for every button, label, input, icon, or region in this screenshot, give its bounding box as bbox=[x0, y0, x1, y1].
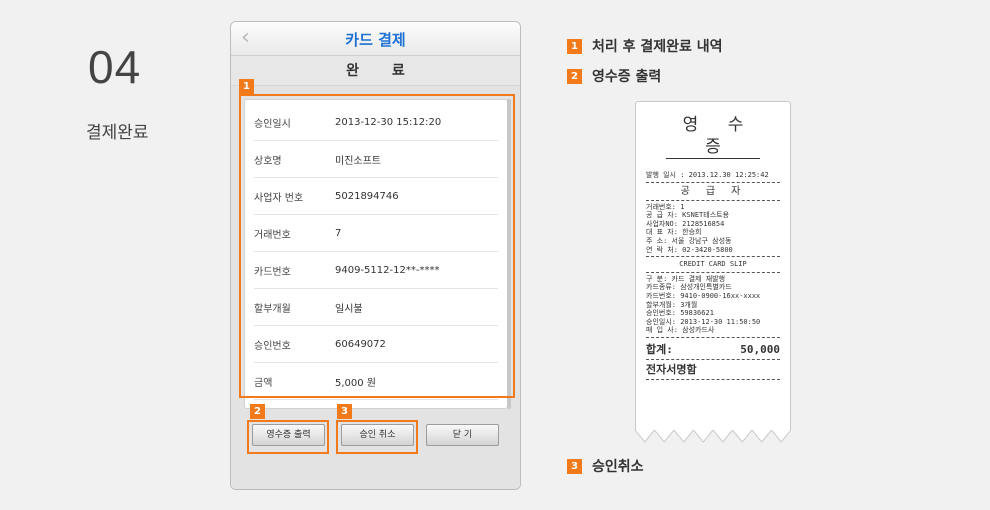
highlight-cancel-button bbox=[336, 420, 418, 454]
legend-item-2: 2 영수증 출력 bbox=[567, 66, 661, 86]
divider bbox=[646, 271, 780, 273]
highlight-result bbox=[239, 94, 515, 398]
receipt-line: 주 소: 서울 강남구 삼성동 bbox=[646, 236, 732, 245]
divider bbox=[646, 378, 780, 380]
receipt-tear-edge bbox=[635, 430, 791, 443]
legend-text: 영수증 출력 bbox=[592, 69, 662, 85]
receipt-line: 공 급 자: KSNET테스트용 bbox=[646, 211, 730, 220]
receipt-line: 매 입 사: 삼성카드사 bbox=[646, 326, 715, 335]
step-title: 결제완료 bbox=[86, 123, 149, 143]
supplier-heading: 공 급 자 bbox=[680, 185, 746, 197]
back-icon[interactable]: ‹ bbox=[241, 25, 250, 50]
divider bbox=[646, 358, 780, 360]
legend-text: 승인취소 bbox=[592, 459, 644, 475]
receipt-line: 대 표 자: 한승희 bbox=[646, 228, 702, 237]
receipt-title: 영 수 증 bbox=[666, 114, 760, 159]
divider bbox=[646, 199, 780, 201]
legend-text: 처리 후 결제완료 내역 bbox=[592, 39, 723, 55]
close-button[interactable]: 닫 기 bbox=[426, 424, 499, 446]
legend-badge: 3 bbox=[567, 458, 582, 474]
step-number: 04 bbox=[88, 41, 142, 93]
status-subheader: 완 료 bbox=[231, 56, 520, 86]
receipt-line: 카드번호: 9410-0900-16xx-xxxx bbox=[646, 291, 761, 300]
receipt-paper: 영 수 증 발행 일시 : 2013.12.30 12:25:42 공 급 자 … bbox=[635, 101, 791, 431]
callout-badge-3: 3 bbox=[337, 404, 352, 419]
receipt-total: 합계: 50,000 bbox=[646, 342, 780, 357]
receipt-line: 카드종류: 삼성개인특별카드 bbox=[646, 283, 732, 292]
divider bbox=[646, 336, 780, 338]
total-label: 합계: bbox=[646, 342, 673, 356]
total-value: 50,000 bbox=[740, 342, 780, 356]
divider bbox=[646, 181, 780, 183]
header-title: 카드 결제 bbox=[345, 31, 406, 49]
legend-item-3: 3 승인취소 bbox=[567, 456, 644, 476]
legend-badge: 1 bbox=[567, 38, 582, 54]
receipt-line: 할부개월: 3개월 bbox=[646, 300, 698, 309]
slip-heading: CREDIT CARD SLIP bbox=[679, 260, 747, 269]
receipt-line: 연 락 처: 02-3420-5800 bbox=[646, 245, 733, 254]
divider bbox=[646, 256, 780, 258]
receipt-illustration: 영 수 증 발행 일시 : 2013.12.30 12:25:42 공 급 자 … bbox=[635, 101, 791, 451]
receipt-line: 승인번호: 59836621 bbox=[646, 309, 714, 318]
receipt-issued: 발행 일시 : 2013.12.30 12:25:42 bbox=[646, 171, 769, 179]
legend-badge: 2 bbox=[567, 68, 582, 84]
callout-badge-1: 1 bbox=[239, 79, 254, 94]
phone-header: ‹ 카드 결제 bbox=[231, 22, 520, 56]
highlight-receipt-button bbox=[247, 420, 329, 454]
legend-item-1: 1 처리 후 결제완료 내역 bbox=[567, 36, 723, 56]
receipt-signature: 전자서명함 bbox=[646, 362, 697, 376]
callout-badge-2: 2 bbox=[250, 404, 265, 419]
receipt-line: 거래번호: 1 bbox=[646, 202, 685, 211]
